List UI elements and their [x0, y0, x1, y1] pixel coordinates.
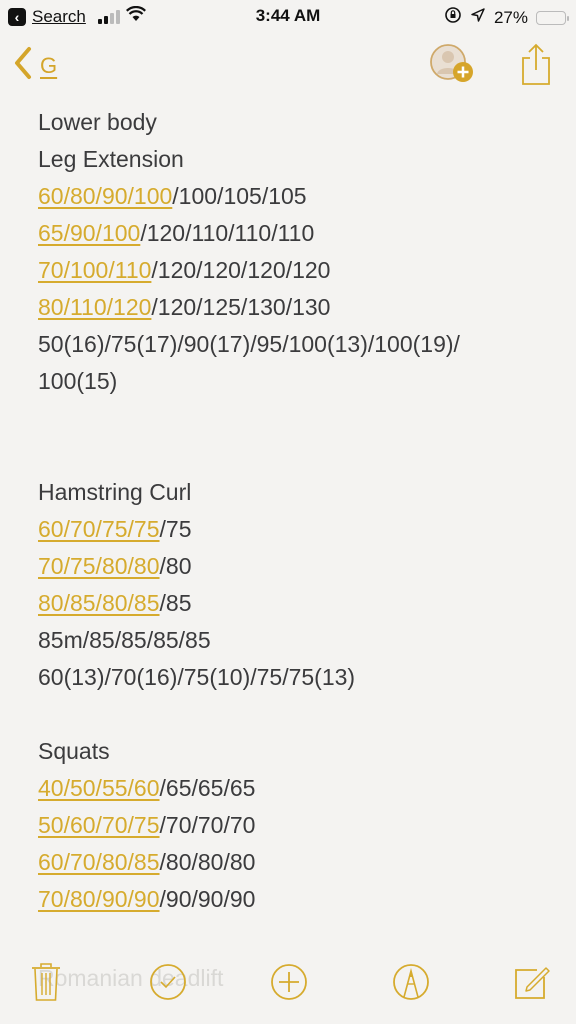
note-line[interactable]: 80/110/120/120/125/130/130 — [38, 289, 556, 326]
note-line-text: Squats — [38, 738, 110, 764]
note-body[interactable]: Lower body Leg Extension 60/80/90/100/100/… — [38, 104, 556, 918]
note-line-text: /65/65/65 — [159, 775, 256, 801]
checklist-button[interactable] — [148, 963, 188, 1006]
note-line-text: 60(13)/70(16)/75(10)/75/75(13) — [38, 664, 356, 690]
note-line[interactable] — [38, 437, 556, 474]
compose-icon — [513, 963, 551, 1006]
note-line-link[interactable]: 70/75/80/80 — [38, 553, 160, 579]
delete-button[interactable] — [26, 962, 66, 1007]
note-line[interactable]: 85m/85/85/85/85 — [38, 622, 556, 659]
note-line[interactable]: 80/85/80/85/85 — [38, 585, 556, 622]
nav-actions — [428, 42, 552, 91]
note-line-text: /85 — [159, 590, 192, 616]
note-line[interactable]: 60/80/90/100/100/105/105 — [38, 178, 556, 215]
add-people-icon[interactable] — [428, 42, 480, 91]
markup-button[interactable] — [391, 963, 431, 1006]
note-line-link[interactable]: 60/70/80/85 — [38, 849, 160, 875]
status-bar-right: 27% — [444, 6, 569, 29]
note-line-link[interactable]: 60/70/75/75 — [38, 516, 160, 542]
note-line-text: 50(16)/75(17)/90(17)/95/100(13)/100(19)/ — [38, 331, 460, 357]
note-line[interactable] — [38, 400, 556, 437]
bottom-toolbar — [0, 944, 576, 1024]
note-line[interactable]: Squats — [38, 733, 556, 770]
note-line-text: /120/110/110/110 — [140, 220, 315, 246]
note-line-text: 85m/85/85/85/85 — [38, 627, 211, 653]
note-line[interactable]: 65/90/100/120/110/110/110 — [38, 215, 556, 252]
note-line-text: Lower body — [38, 109, 157, 135]
note-line[interactable]: 70/80/90/90/90/90/90 — [38, 881, 556, 918]
checklist-icon — [149, 963, 187, 1006]
note-line[interactable]: Lower body — [38, 104, 556, 141]
note-line-text: /80 — [159, 553, 192, 579]
note-line[interactable]: 60/70/80/85/80/80/80 — [38, 844, 556, 881]
trash-icon — [30, 962, 62, 1007]
location-icon — [470, 7, 486, 28]
back-button[interactable]: G — [14, 46, 57, 85]
battery-icon — [536, 10, 569, 25]
note-line-link[interactable]: 70/80/90/90 — [38, 886, 160, 912]
note-line-text: Hamstring Curl — [38, 479, 192, 505]
back-button-label: G — [40, 52, 58, 78]
note-line-text: 100(15) — [38, 368, 118, 394]
note-line[interactable]: 100(15) — [38, 363, 556, 400]
note-line-text: /75 — [159, 516, 192, 542]
note-line-text: /80/80/80 — [159, 849, 256, 875]
battery-percent: 27% — [493, 7, 528, 27]
note-line[interactable]: 60/70/75/75/75 — [38, 511, 556, 548]
note-line-text: /100/105/105 — [172, 183, 307, 209]
note-line[interactable]: 50(16)/75(17)/90(17)/95/100(13)/100(19)/ — [38, 326, 556, 363]
nav-bar: G — [0, 38, 576, 94]
share-icon[interactable] — [520, 42, 552, 91]
note-line-text: /120/120/120/120 — [151, 257, 331, 283]
note-line[interactable]: 40/50/55/60/65/65/65 — [38, 770, 556, 807]
note-line[interactable]: 70/75/80/80/80 — [38, 548, 556, 585]
note-line-link[interactable]: 70/100/110 — [38, 257, 151, 283]
compose-button[interactable] — [512, 964, 552, 1004]
note-line-link[interactable]: 80/110/120 — [38, 294, 151, 320]
markup-icon — [392, 963, 430, 1006]
add-icon — [270, 963, 308, 1006]
status-bar: ‹ Search 3:44 AM 27% — [0, 0, 576, 34]
note-line-link[interactable]: 50/60/70/75 — [38, 812, 160, 838]
note-line[interactable] — [38, 696, 556, 733]
note-line-link[interactable]: 60/80/90/100 — [38, 183, 172, 209]
note-line-link[interactable]: 65/90/100 — [38, 220, 140, 246]
note-line-text: Leg Extension — [38, 146, 184, 172]
chevron-left-icon — [14, 46, 32, 85]
orientation-lock-icon — [444, 6, 462, 29]
note-line-link[interactable]: 40/50/55/60 — [38, 775, 160, 801]
note-line-text: /70/70/70 — [159, 812, 256, 838]
note-line-text: /90/90/90 — [159, 886, 256, 912]
note-line[interactable]: Hamstring Curl — [38, 474, 556, 511]
note-line[interactable]: 50/60/70/75/70/70/70 — [38, 807, 556, 844]
note-line-link[interactable]: 80/85/80/85 — [38, 590, 160, 616]
note-line-text: /120/125/130/130 — [151, 294, 331, 320]
note-line[interactable]: 70/100/110/120/120/120/120 — [38, 252, 556, 289]
note-line[interactable]: 60(13)/70(16)/75(10)/75/75(13) — [38, 659, 556, 696]
note-line[interactable]: Leg Extension — [38, 141, 556, 178]
add-button[interactable] — [269, 963, 309, 1006]
